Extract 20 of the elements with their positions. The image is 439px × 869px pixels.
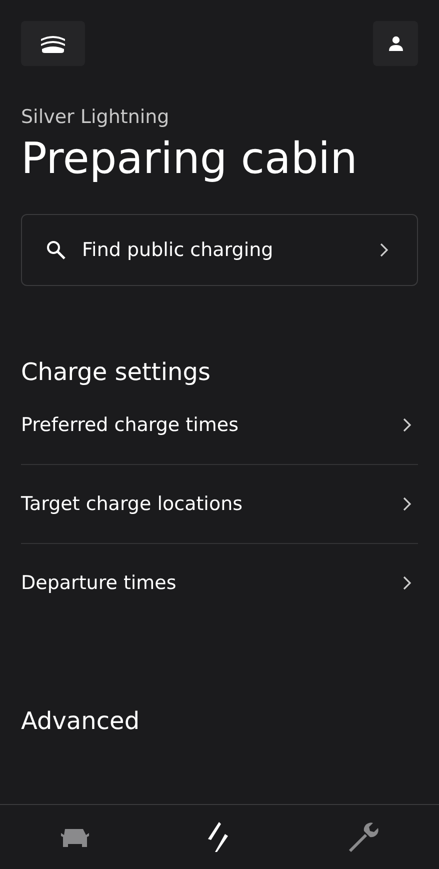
logo-icon [40,34,66,54]
lightning-icon [207,821,230,853]
section-heading: Charge settings [21,358,212,386]
settings-row[interactable]: Target charge locations [21,464,418,544]
wrench-icon [348,821,380,853]
chevron-icon [402,496,412,512]
nav-tab[interactable] [207,821,230,853]
chevron-icon [402,416,412,433]
chevron-icon [379,242,389,258]
find-charging-button[interactable]: Find public charging [21,214,418,286]
status-title: Preparing cabin [21,134,358,186]
settings-row[interactable]: Preferred charge times [21,386,418,465]
vehicle-name: Silver Lightning [21,106,170,128]
settings-row[interactable]: Departure times [21,544,418,623]
account-button[interactable] [373,21,418,66]
search-icon [46,240,66,260]
person-icon [388,36,402,51]
chevron-icon [402,575,412,592]
logo-button[interactable] [21,21,85,66]
section-heading: Advanced [21,706,141,735]
